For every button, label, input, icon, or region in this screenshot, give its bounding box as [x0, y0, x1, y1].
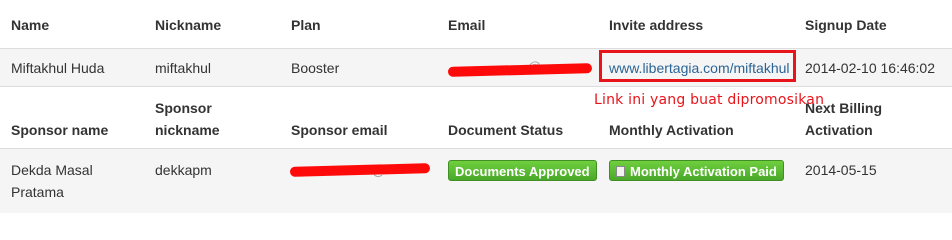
header-name: Name: [11, 17, 50, 33]
user-signup-date: 2014-02-10 16:46:02: [805, 60, 935, 76]
sponsor-next-billing: 2014-05-15: [805, 162, 877, 178]
monthly-activation-paid-badge: Monthly Activation Paid: [609, 160, 784, 181]
header-row-top: Name Nickname Plan Email Invite address …: [0, 0, 952, 48]
header-signup-date: Signup Date: [805, 17, 887, 33]
monthly-activation-paid-label: Monthly Activation Paid: [630, 164, 777, 179]
promotion-annotation: Link ini yang buat dipromosikan: [594, 92, 825, 108]
header-plan: Plan: [291, 17, 321, 33]
user-nickname: miftakhul: [155, 60, 212, 76]
header-nickname: Nickname: [155, 17, 222, 33]
documents-approved-label: Documents Approved: [455, 164, 590, 179]
header-sponsor-nickname-line2: nickname: [155, 122, 220, 138]
user-plan: Booster: [291, 60, 340, 76]
sponsor-name-line2: Pratama: [11, 184, 64, 200]
user-row: Miftakhul Huda miftakhul Booster @ www.l…: [0, 48, 952, 87]
header-document-status: Document Status: [448, 122, 564, 138]
user-name: Miftakhul Huda: [11, 60, 105, 76]
header-next-billing-line2: Activation: [805, 122, 873, 138]
sponsor-nickname: dekkapm: [155, 162, 212, 178]
document-icon: [616, 166, 625, 177]
header-email: Email: [448, 17, 486, 33]
sponsor-row: Dekda Masal Pratama dekkapm @ Documents …: [0, 148, 952, 213]
header-sponsor-name: Sponsor name: [11, 122, 109, 138]
sponsor-email-redaction: [289, 163, 431, 177]
user-email-redaction: [447, 63, 593, 77]
header-sponsor-email: Sponsor email: [291, 122, 388, 138]
header-sponsor-nickname-line1: Sponsor: [155, 100, 212, 116]
documents-approved-badge: Documents Approved: [448, 160, 597, 181]
header-monthly-activation: Monthly Activation: [609, 122, 734, 138]
header-invite-address: Invite address: [609, 17, 704, 33]
sponsor-name-line1: Dekda Masal: [11, 162, 93, 178]
invite-highlight-box: [599, 50, 796, 82]
